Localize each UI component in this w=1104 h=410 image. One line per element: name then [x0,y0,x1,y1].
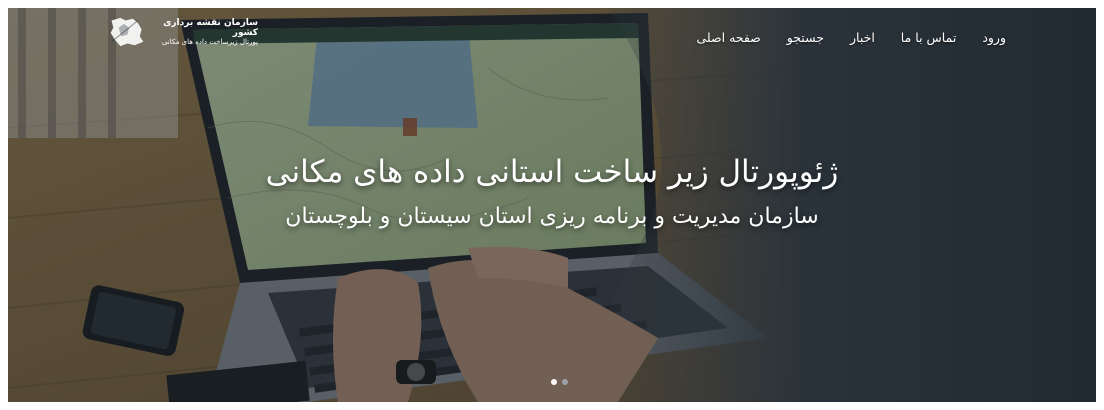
carousel-dot-1[interactable] [551,379,557,385]
site-logo[interactable]: سازمان نقشه برداری کشور پورتال زیرساخت د… [108,12,258,52]
carousel-indicators [551,379,568,385]
iran-map-logo-icon [110,17,144,47]
hero-title: ژئوپورتال زیر ساخت استانی داده های مکانی [265,154,839,190]
nav-contact[interactable]: تماس با ما [901,30,957,45]
nav-home[interactable]: صفحه اصلی [696,30,760,45]
logo-subtitle: پورتال زیرساخت داده های مکانی [161,38,258,47]
hero-subtitle: سازمان مدیریت و برنامه ریزی استان سیستان… [285,204,819,229]
logo-text: سازمان نقشه برداری کشور پورتال زیرساخت د… [149,18,258,47]
nav-search[interactable]: جستجو [787,30,824,45]
hero-banner: سازمان نقشه برداری کشور پورتال زیرساخت د… [8,8,1096,402]
nav-news[interactable]: اخبار [850,30,875,45]
logo-title: سازمان نقشه برداری کشور [163,17,258,38]
main-nav: صفحه اصلی جستجو اخبار تماس با ما ورود [696,30,1006,45]
carousel-dot-2[interactable] [562,379,568,385]
nav-login[interactable]: ورود [982,30,1006,45]
